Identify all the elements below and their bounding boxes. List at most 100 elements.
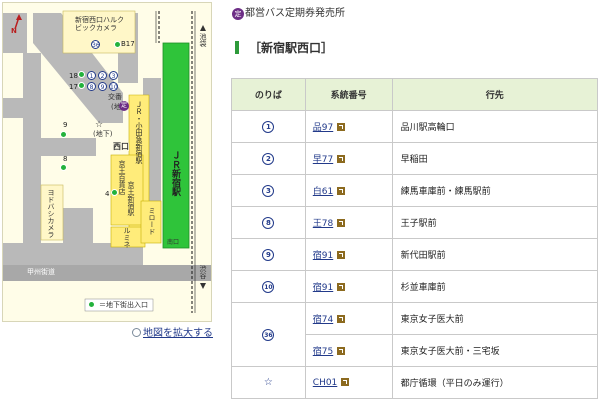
external-link-icon[interactable] (337, 251, 346, 259)
star-stop-marker: ☆ (95, 120, 104, 130)
route-link[interactable]: 宿74 (313, 315, 333, 325)
destination-cell: 杉並車庫前 (391, 270, 599, 303)
table-row: 9 宿91 新代田駅前 (231, 238, 599, 271)
odakyu-station-label: ＪＲ・小田急新宿駅 (135, 101, 143, 164)
table-row: 8 王78 王子駅前 (231, 206, 599, 239)
destination-cell: 品川駅高輪口 (391, 110, 599, 143)
table-row: 2 早77 早稲田 (231, 142, 599, 175)
table-row: 36 宿74 東京女子医大前 (231, 302, 599, 367)
route-link[interactable]: 王78 (313, 219, 333, 229)
stop-36-marker: 36 (91, 40, 100, 49)
koshu-kaido-label: 甲州街道 (27, 268, 55, 276)
external-link-icon[interactable] (341, 377, 350, 386)
stop-number-badge: 36 (262, 328, 275, 341)
table-row: 1 品97 品川駅高輪口 (231, 110, 599, 143)
underground-exit-dot (60, 164, 67, 171)
external-link-icon[interactable] (337, 155, 346, 163)
stop-cell: 10 (231, 270, 306, 303)
north-label: N (11, 27, 17, 35)
section-bar-icon (235, 41, 239, 54)
underground-exit-dot (78, 71, 85, 78)
halc-building-label: 新宿西口ハルク ビックカメラ (75, 16, 124, 32)
table-row: 3 白61 練馬車庫前・練馬駅前 (231, 174, 599, 207)
stop-4-label: 4 (105, 190, 110, 198)
stop-8-west-label: 8 (63, 155, 68, 163)
route-cell: 宿91 (304, 238, 393, 271)
stop-cell: 9 (231, 238, 306, 271)
route-link[interactable]: 早77 (313, 155, 333, 165)
stop-number-badge: 9 (262, 248, 275, 261)
destination-cell: 東京女子医大前 (391, 302, 599, 335)
stop-number-badge: 10 (262, 280, 275, 293)
bus-stop-table: のりば 系統番号 行先 1 品97 品川駅高輪口 2 早77 早稲田 3 白61… (231, 78, 599, 399)
stop-cell: 36 (231, 302, 306, 367)
route-link[interactable]: 宿91 (313, 283, 333, 293)
pass-sales-mark: 定 (119, 101, 129, 111)
page-header-title: 都営バス定期券発売所 (245, 8, 345, 19)
route-cell: 宿74 (304, 302, 393, 335)
magnifier-icon (132, 328, 141, 337)
stop-2-marker: 2 (98, 71, 107, 80)
destination-cell: 練馬車庫前・練馬駅前 (391, 174, 599, 207)
stop-18-label: 18 (69, 72, 78, 80)
keio-dept-label: 京王百貨店 (118, 160, 126, 195)
stop-number-badge: 1 (262, 120, 275, 133)
yodobashi-label: ヨドバシカメラ (47, 189, 55, 238)
page-header: 定都営バス定期券発売所 (232, 7, 345, 21)
to-ikebukuro-label: 池袋 (199, 33, 207, 47)
destination-cell: 王子駅前 (391, 206, 599, 239)
section-title: ［新宿駅西口］ (235, 40, 333, 56)
enlarge-map-link[interactable]: 地図を拡大する (132, 327, 213, 340)
stop-number-badge: 3 (262, 184, 275, 197)
stop-10-marker: 10 (109, 82, 118, 91)
stop-3-marker: 3 (109, 71, 118, 80)
stop-9-marker: 9 (98, 82, 107, 91)
stop-cell: 1 (231, 110, 306, 143)
table-row: 10 宿91 杉並車庫前 (231, 270, 599, 303)
underground-label-2: (地下) (93, 130, 113, 138)
stop-cell: ☆ (231, 366, 306, 399)
star-stop-icon: ☆ (263, 377, 273, 388)
enlarge-map-label: 地図を拡大する (143, 328, 213, 339)
external-link-icon[interactable] (337, 347, 346, 355)
route-link[interactable]: 白61 (313, 187, 333, 197)
route-link[interactable]: CH01 (313, 378, 338, 388)
minamiguchi-label: 南口 (167, 239, 180, 246)
route-link[interactable]: 宿91 (313, 251, 333, 261)
stop-17-label: 17 (69, 83, 78, 91)
underground-exit-dot (60, 131, 67, 138)
external-link-icon[interactable] (337, 283, 346, 291)
route-link[interactable]: 宿75 (313, 347, 333, 357)
external-link-icon[interactable] (337, 123, 346, 131)
stop-cell: 3 (231, 174, 306, 207)
external-link-icon[interactable] (337, 187, 346, 195)
stop-number-badge: 2 (262, 152, 275, 165)
underground-exit-dot (78, 82, 85, 89)
route-cell: 王78 (304, 206, 393, 239)
koban-label: 交番 (108, 93, 122, 101)
to-shibuya-label: 渋谷 (199, 265, 207, 279)
legend-label: ＝地下街出入口 (99, 301, 148, 309)
route-cell: 品97 (304, 110, 393, 143)
stop-1-marker: 1 (87, 71, 96, 80)
route-cell: 早77 (304, 142, 393, 175)
section-title-text: ［新宿駅西口］ (249, 41, 334, 55)
keio-station-label: 京王新宿駅 (127, 181, 135, 216)
route-cell: 宿75 (304, 334, 393, 367)
col-header-destination: 行先 (391, 78, 599, 111)
table-row: ☆ CH01 都庁循環（平日のみ運行） (231, 366, 599, 399)
table-header-row: のりば 系統番号 行先 (231, 78, 599, 111)
jr-shinjuku-label: ＪＲ新宿駅 (170, 151, 180, 196)
pass-office-icon: 定 (232, 8, 244, 20)
col-header-route: 系統番号 (304, 78, 393, 111)
route-cell: CH01 (304, 366, 393, 399)
stop-8-marker: 8 (87, 82, 96, 91)
col-header-stop: のりば (231, 78, 306, 111)
destination-cell: 早稲田 (391, 142, 599, 175)
destination-cell: 新代田駅前 (391, 238, 599, 271)
route-link[interactable]: 品97 (313, 123, 333, 133)
stop-cell: 2 (231, 142, 306, 175)
area-map[interactable]: N 新宿西口ハルク ビックカメラ 池袋 渋谷 ＪＲ・小田急新宿駅 ＪＲ新宿駅 西口… (2, 2, 212, 322)
external-link-icon[interactable] (337, 315, 346, 323)
external-link-icon[interactable] (337, 219, 346, 227)
